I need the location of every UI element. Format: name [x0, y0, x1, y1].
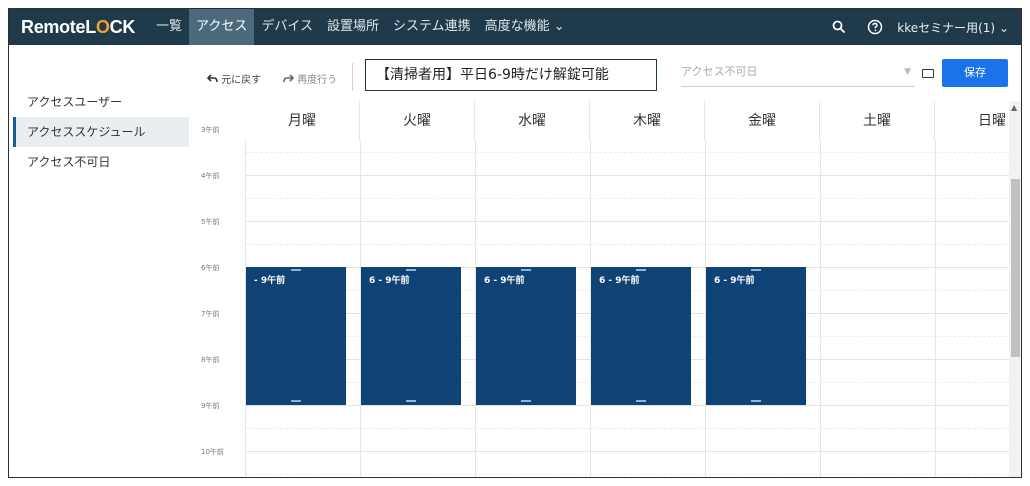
redo-icon: [283, 74, 295, 83]
nav-item-locations[interactable]: 設置場所: [320, 9, 386, 45]
nav-item-access[interactable]: アクセス: [189, 9, 255, 45]
logo-text-a: Remote: [21, 16, 86, 37]
event-time-label: 6 - 9午前: [484, 276, 525, 286]
calendar-scrollbar[interactable]: ▲: [1009, 101, 1021, 477]
sidebar-item-closed-days[interactable]: アクセス不可日: [13, 147, 189, 177]
day-header: 日曜: [935, 101, 1011, 141]
day-column-line: [935, 101, 936, 477]
resize-handle-bottom[interactable]: [291, 400, 301, 402]
day-header: 金曜: [705, 101, 820, 141]
chevron-down-icon: ▼: [904, 67, 911, 77]
hour-label: 9午前: [201, 402, 220, 410]
redo-button[interactable]: 再度行う: [283, 71, 337, 86]
search-icon[interactable]: [821, 9, 857, 45]
event-time-label: 6 - 9午前: [599, 276, 640, 286]
help-icon[interactable]: [857, 9, 893, 45]
sidebar: アクセスユーザー アクセススケジュール アクセス不可日: [9, 45, 189, 477]
nav-item-advanced[interactable]: 高度な機能 ⌄: [478, 9, 572, 45]
chevron-down-icon: ⌄: [998, 20, 1009, 35]
sidebar-item-access-users[interactable]: アクセスユーザー: [13, 87, 189, 117]
remotelock-logo[interactable]: RemoteLOCK: [9, 17, 149, 38]
day-column-line: [820, 101, 821, 477]
hour-label: 5午前: [201, 218, 220, 226]
editor-toolbar: 元に戻す 再度行う 【清掃者用】平日6-9時だけ解錠可能 アクセス不可日 ▼ 保…: [189, 45, 1021, 101]
resize-handle-top[interactable]: [406, 269, 416, 271]
closed-days-select[interactable]: アクセス不可日 ▼: [681, 61, 915, 87]
chevron-down-icon: ⌄: [553, 19, 565, 34]
user-menu[interactable]: kkeセミナー用(1) ⌄: [893, 19, 1021, 36]
sidebar-item-access-schedules[interactable]: アクセススケジュール: [13, 117, 189, 147]
undo-icon: [206, 74, 218, 83]
hour-label: 6午前: [201, 264, 220, 272]
hour-label: 4午前: [201, 172, 220, 180]
schedule-event-block[interactable]: 6 - 9午前: [591, 267, 691, 405]
day-header: 木曜: [590, 101, 705, 141]
scroll-up-arrow-icon[interactable]: ▲: [1011, 103, 1017, 112]
toolbar-divider: [352, 63, 353, 91]
week-calendar: 3午前 4午前 5午前 6午前 7午前 8午前 9午前 10午前 月曜 火曜 水曜 木曜 金曜 土曜 日曜 -…: [189, 101, 1011, 477]
resize-handle-bottom[interactable]: [521, 400, 531, 402]
logo-text-o: O: [95, 16, 110, 37]
save-button[interactable]: 保存: [942, 59, 1008, 87]
hour-label: 7午前: [201, 310, 220, 318]
event-time-label: 6 - 9午前: [369, 276, 410, 286]
logo-text-l: L: [85, 16, 96, 37]
undo-button[interactable]: 元に戻す: [206, 71, 262, 86]
resize-handle-bottom[interactable]: [406, 400, 416, 402]
user-name: kkeセミナー用(1): [897, 20, 996, 35]
undo-label: 元に戻す: [221, 75, 262, 86]
schedule-event-block[interactable]: 6 - 9午前: [476, 267, 576, 405]
resize-handle-top[interactable]: [521, 269, 531, 271]
resize-handle-top[interactable]: [291, 269, 301, 271]
redo-label: 再度行う: [297, 75, 338, 86]
nav-item-list[interactable]: 一覧: [149, 9, 189, 45]
top-nav: RemoteLOCK 一覧 アクセス デバイス 設置場所 システム連携 高度な機…: [9, 9, 1021, 45]
day-header: 月曜: [245, 101, 360, 141]
hour-label: 10午前: [201, 448, 224, 456]
schedule-event-block[interactable]: 6 - 9午前: [361, 267, 461, 405]
day-header: 水曜: [475, 101, 590, 141]
day-header: 土曜: [820, 101, 935, 141]
nav-item-devices[interactable]: デバイス: [254, 9, 320, 45]
event-time-label: - 9午前: [254, 276, 286, 286]
scrollbar-thumb[interactable]: [1011, 179, 1020, 357]
day-header: 火曜: [360, 101, 475, 141]
closed-days-placeholder: アクセス不可日: [681, 65, 758, 78]
logo-text-ck: CK: [109, 16, 136, 37]
schedule-event-block[interactable]: - 9午前: [246, 267, 346, 405]
schedule-name-input[interactable]: 【清掃者用】平日6-9時だけ解錠可能: [365, 59, 657, 91]
resize-handle-bottom[interactable]: [751, 400, 761, 402]
app-window: RemoteLOCK 一覧 アクセス デバイス 設置場所 システム連携 高度な機…: [8, 8, 1022, 478]
hour-label: 3午前: [201, 126, 220, 134]
resize-handle-top[interactable]: [751, 269, 761, 271]
resize-handle-bottom[interactable]: [636, 400, 646, 402]
nav-item-advanced-label: 高度な機能: [484, 19, 550, 34]
schedule-event-block[interactable]: 6 - 9午前: [706, 267, 806, 405]
keyboard-icon[interactable]: [922, 69, 934, 78]
event-time-label: 6 - 9午前: [714, 276, 755, 286]
resize-handle-top[interactable]: [636, 269, 646, 271]
nav-right: kkeセミナー用(1) ⌄: [821, 9, 1021, 45]
nav-item-integrations[interactable]: システム連携: [386, 9, 478, 45]
hour-label: 8午前: [201, 356, 220, 364]
